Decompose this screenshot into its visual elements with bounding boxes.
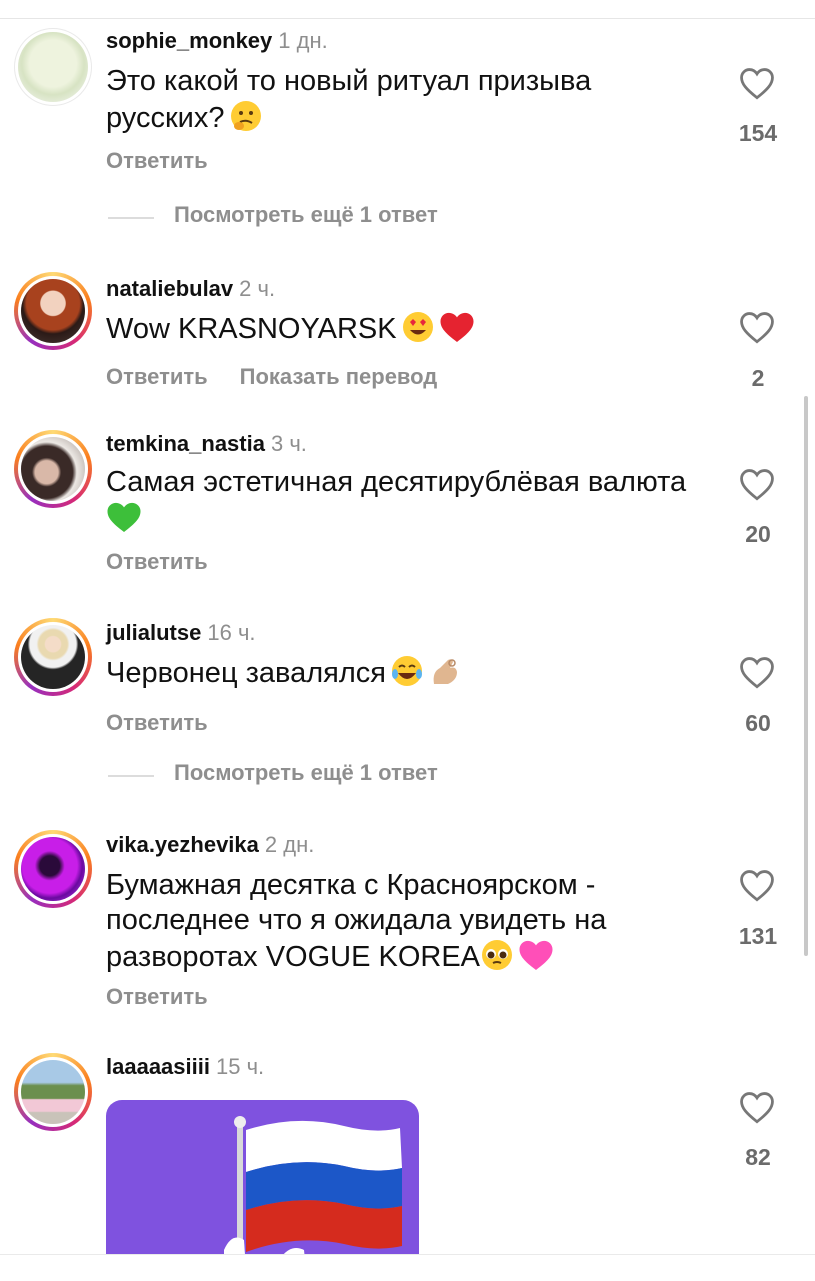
like-button[interactable] bbox=[738, 1090, 778, 1126]
like-button[interactable] bbox=[738, 655, 778, 691]
pink-heart-icon bbox=[518, 938, 554, 981]
comment-meta: vika.yezhevika 2 дн. bbox=[106, 832, 314, 858]
comment-text-content: Червонец завалялся bbox=[106, 657, 386, 689]
timestamp: 3 ч. bbox=[270, 431, 307, 456]
russian-flag-icon bbox=[224, 1116, 402, 1260]
view-replies-link[interactable]: Посмотреть ещё 1 ответ bbox=[174, 760, 438, 786]
username[interactable]: temkina_nastia bbox=[106, 431, 265, 456]
replies-divider bbox=[108, 775, 154, 777]
like-button[interactable] bbox=[738, 66, 778, 102]
timestamp: 2 ч. bbox=[239, 276, 276, 301]
flag-sticker[interactable] bbox=[106, 1100, 419, 1260]
comment-text: Wow KRASNOYARSK bbox=[106, 310, 711, 353]
comment-text-content: Это какой то новый ритуал призыва русски… bbox=[106, 65, 592, 134]
avatar[interactable] bbox=[14, 618, 92, 696]
green-heart-icon bbox=[106, 500, 142, 543]
comment-meta: nataliebulav 2 ч. bbox=[106, 276, 275, 302]
reply-button[interactable]: Ответить bbox=[106, 984, 208, 1009]
comment-meta: temkina_nastia 3 ч. bbox=[106, 431, 307, 457]
username[interactable]: sophie_monkey bbox=[106, 28, 272, 53]
comment-meta: sophie_monkey 1 дн. bbox=[106, 28, 328, 54]
replies-divider bbox=[108, 217, 154, 219]
comment-text-content: Wow KRASNOYARSK bbox=[106, 313, 397, 345]
username[interactable]: nataliebulav bbox=[106, 276, 233, 301]
heart-icon bbox=[740, 68, 774, 100]
comment-text: Это какой то новый ритуал призыва русски… bbox=[106, 64, 711, 142]
avatar[interactable] bbox=[14, 1053, 92, 1131]
username[interactable]: laaaaasiiii bbox=[106, 1054, 210, 1079]
like-count: 82 bbox=[745, 1144, 771, 1170]
like-count: 154 bbox=[738, 120, 778, 146]
username[interactable]: julialutse bbox=[106, 620, 201, 645]
heart-icon bbox=[740, 657, 774, 689]
like-count: 20 bbox=[745, 521, 771, 547]
heart-icon bbox=[740, 870, 774, 902]
comment-text-content: Самая эстетичная десятирублёвая валюта bbox=[106, 466, 687, 498]
comment-meta: julialutse 16 ч. bbox=[106, 620, 256, 646]
red-heart-icon bbox=[439, 310, 475, 353]
tears-of-joy-emoji-icon bbox=[390, 654, 424, 697]
heart-icon bbox=[740, 312, 774, 344]
timestamp: 15 ч. bbox=[215, 1054, 265, 1079]
comment-text: Червонец завалялся bbox=[106, 654, 711, 697]
view-replies[interactable]: Посмотреть ещё 1 ответ bbox=[0, 202, 815, 232]
like-count: 131 bbox=[738, 923, 778, 949]
like-count: 60 bbox=[745, 710, 771, 736]
heart-eyes-emoji-icon bbox=[401, 310, 435, 353]
like-button[interactable] bbox=[738, 467, 778, 503]
like-button[interactable] bbox=[738, 868, 778, 904]
reply-button[interactable]: Ответить bbox=[106, 549, 208, 574]
comment-actions: Ответить bbox=[106, 984, 240, 1010]
like-count: 2 bbox=[751, 365, 765, 391]
pleading-face-emoji-icon bbox=[480, 938, 514, 981]
username[interactable]: vika.yezhevika bbox=[106, 832, 259, 857]
thinking-emoji-icon bbox=[229, 99, 263, 142]
avatar[interactable] bbox=[14, 28, 92, 106]
timestamp: 1 дн. bbox=[278, 28, 328, 53]
like-button[interactable] bbox=[738, 310, 778, 346]
reply-button[interactable]: Ответить bbox=[106, 710, 208, 735]
heart-icon bbox=[740, 1092, 774, 1124]
reply-button[interactable]: Ответить bbox=[106, 364, 208, 389]
comment-text: Самая эстетичная десятирублёвая валюта bbox=[106, 465, 711, 543]
pinching-hand-icon bbox=[428, 654, 462, 697]
comment-text: Бумажная десятка с Красноярском - послед… bbox=[106, 868, 711, 981]
view-replies[interactable]: Посмотреть ещё 1 ответ bbox=[0, 760, 815, 790]
avatar[interactable] bbox=[14, 272, 92, 350]
timestamp: 2 дн. bbox=[264, 832, 315, 857]
comment-actions: Ответить bbox=[106, 148, 240, 174]
top-divider bbox=[0, 18, 815, 19]
comment-actions: Ответить bbox=[106, 549, 240, 575]
comment-actions: Ответить Показать перевод bbox=[106, 364, 469, 390]
view-replies-link[interactable]: Посмотреть ещё 1 ответ bbox=[174, 202, 438, 228]
heart-icon bbox=[740, 469, 774, 501]
translate-button[interactable]: Показать перевод bbox=[240, 364, 438, 389]
avatar[interactable] bbox=[14, 830, 92, 908]
comment-actions: Ответить bbox=[106, 710, 240, 736]
scrollbar[interactable] bbox=[804, 396, 808, 956]
bottom-bar bbox=[0, 1254, 815, 1281]
avatar[interactable] bbox=[14, 430, 92, 508]
reply-button[interactable]: Ответить bbox=[106, 148, 208, 173]
comment-meta: laaaaasiiii 15 ч. bbox=[106, 1054, 264, 1080]
timestamp: 16 ч. bbox=[207, 620, 256, 645]
